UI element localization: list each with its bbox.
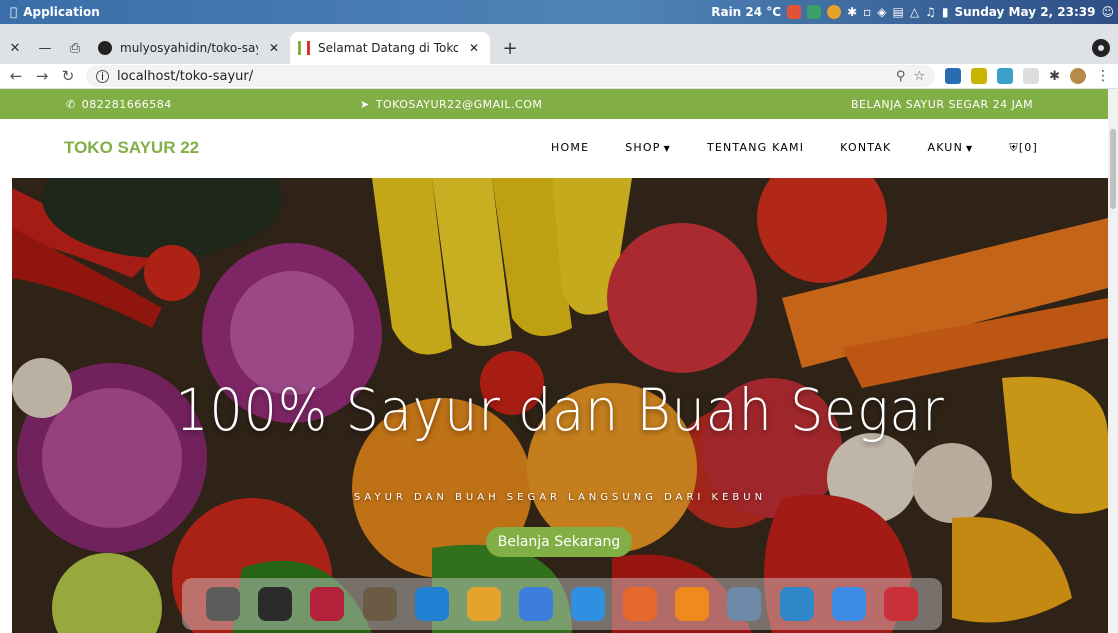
gimp-icon[interactable]	[362, 587, 397, 621]
browser-menu-icon[interactable]: ⋮	[1096, 68, 1110, 84]
nav-home[interactable]: HOME	[551, 141, 589, 155]
app-menu[interactable]: Application	[23, 5, 100, 19]
nav-shop-label: SHOP	[625, 141, 661, 154]
phone-number: 082281666584	[81, 98, 172, 111]
zoom-icon[interactable]: ⚲	[896, 69, 906, 84]
url-text[interactable]: localhost/toko-sayur/	[117, 69, 253, 84]
tab-title: Selamat Datang di Toko Sayur	[318, 41, 458, 55]
tagline-text: BELANJA SAYUR SEGAR 24 JAM	[851, 98, 1034, 111]
printer-icon[interactable]: ▤	[893, 5, 904, 19]
tab-toko-sayur[interactable]: Selamat Datang di Toko Sayur ✕	[290, 32, 490, 64]
dock	[182, 578, 942, 630]
store-favicon	[298, 41, 310, 55]
extension-icon[interactable]	[971, 68, 988, 84]
nav-akun[interactable]: AKUN ▼	[927, 141, 973, 155]
nav-kontak[interactable]: KONTAK	[840, 141, 891, 155]
contact-bar: ✆ 082281666584 ➤ TOKOSAYUR22@GMAIL.COM B…	[0, 89, 1108, 119]
weather-indicator[interactable]: Rain 24 °C	[711, 5, 781, 19]
cart-count: [0]	[1018, 141, 1038, 154]
hero-banner: 100% Sayur dan Buah Segar SAYUR DAN BUAH…	[12, 178, 1108, 633]
page-scrollbar[interactable]	[1108, 89, 1118, 633]
vlc-icon[interactable]	[675, 587, 710, 621]
extension-icon[interactable]	[997, 68, 1014, 84]
hero-title: 100% Sayur dan Buah Segar	[175, 376, 945, 444]
site-navbar: TOKO SAYUR 22 HOME SHOP ▼ TENTANG KAMI KO…	[0, 119, 1108, 178]
user-icon[interactable]: ☺	[1101, 5, 1114, 19]
address-bar[interactable]: i localhost/toko-sayur/ ⚲ ☆	[86, 65, 936, 87]
hero-subtitle: SAYUR DAN BUAH SEGAR LANGSUNG DARI KEBUN	[353, 492, 767, 503]
clipboard-icon[interactable]: ▫	[863, 5, 871, 19]
bookmark-star-icon[interactable]: ☆	[913, 69, 925, 84]
tagline: BELANJA SAYUR SEGAR 24 JAM	[851, 98, 1033, 111]
extensions-puzzle-icon[interactable]: ✱	[1049, 69, 1060, 84]
window-minimize-icon[interactable]: —	[30, 32, 60, 64]
reload-icon[interactable]: ↻	[60, 67, 76, 85]
window-restore-icon[interactable]: ⎙	[60, 32, 90, 64]
apple-icon[interactable]: 	[10, 5, 17, 19]
music-icon[interactable]: ♫	[925, 5, 936, 19]
os-top-bar:  Application Rain 24 °C ✱ ▫ ◈ ▤ △ ♫ ▮ S…	[0, 0, 1118, 24]
cart-icon: ⛨	[1009, 141, 1019, 154]
nav-shop[interactable]: SHOP ▼	[625, 141, 671, 155]
site-logo[interactable]: TOKO SAYUR 22	[64, 138, 199, 158]
page-viewport: ✆ 082281666584 ➤ TOKOSAYUR22@GMAIL.COM B…	[0, 89, 1118, 633]
shield-icon[interactable]: ◈	[877, 5, 886, 19]
document-viewer-icon[interactable]	[779, 587, 814, 621]
tab-close-icon[interactable]: ✕	[266, 41, 282, 55]
text-editor-icon[interactable]	[883, 587, 918, 621]
extension-icon[interactable]	[945, 68, 962, 84]
bluetooth-icon[interactable]: ✱	[847, 5, 857, 19]
nav-akun-label: AKUN	[927, 141, 963, 154]
shop-now-button[interactable]: Belanja Sekarang	[486, 527, 632, 557]
firefox-icon[interactable]	[623, 587, 658, 621]
chrome-icon[interactable]	[466, 587, 501, 621]
caret-down-icon: ▼	[663, 144, 671, 153]
mendeley-icon[interactable]	[310, 587, 345, 621]
wps-writer-icon[interactable]	[518, 587, 553, 621]
github-icon	[98, 41, 112, 55]
window-close-icon[interactable]: ✕	[0, 32, 30, 64]
browser-toolbar: ← → ↻ i localhost/toko-sayur/ ⚲ ☆ ✱ ⋮	[0, 64, 1118, 89]
tab-strip: ✕ — ⎙ mulyosyahidin/toko-sayur ✕ Selamat…	[0, 24, 1118, 64]
email-address: TOKOSAYUR22@GMAIL.COM	[375, 98, 543, 111]
tray-monitor-icon[interactable]	[807, 5, 822, 19]
new-tab-button[interactable]: +	[496, 34, 524, 62]
phone-icon: ✆	[66, 98, 76, 111]
caret-down-icon: ▼	[966, 144, 974, 153]
extension-icon[interactable]	[1023, 68, 1040, 84]
email-info: ➤ TOKOSAYUR22@GMAIL.COM	[360, 98, 542, 111]
back-icon[interactable]: ←	[8, 67, 24, 85]
scrollbar-thumb[interactable]	[1110, 129, 1116, 209]
screenshot-icon[interactable]	[206, 587, 241, 621]
nav-menu: HOME SHOP ▼ TENTANG KAMI KONTAK AKUN ▼ ⛨[0…	[551, 141, 1038, 155]
finder-icon[interactable]	[831, 587, 866, 621]
battery-icon[interactable]: ▮	[942, 5, 949, 19]
vscode-icon[interactable]	[414, 587, 449, 621]
phone-info: ✆ 082281666584	[66, 98, 172, 111]
paper-plane-icon: ➤	[360, 98, 370, 111]
tray-chrome-icon[interactable]	[827, 5, 842, 19]
nav-tentang-kami[interactable]: TENTANG KAMI	[707, 141, 804, 155]
tab-github[interactable]: mulyosyahidin/toko-sayur ✕	[90, 32, 290, 64]
nav-cart[interactable]: ⛨[0]	[1009, 141, 1038, 155]
tray-app-icon[interactable]	[787, 5, 802, 19]
terminal-icon[interactable]	[258, 587, 293, 621]
profile-avatar[interactable]	[1070, 68, 1086, 84]
wifi-icon[interactable]: △	[910, 5, 919, 19]
info-icon[interactable]: i	[96, 69, 109, 83]
files-icon[interactable]	[571, 587, 605, 621]
tab-close-icon[interactable]: ✕	[466, 41, 482, 55]
tab-search-icon[interactable]	[1092, 39, 1110, 57]
forward-icon[interactable]: →	[34, 67, 50, 85]
tab-title: mulyosyahidin/toko-sayur	[120, 41, 258, 55]
clock[interactable]: Sunday May 2, 23:39	[954, 5, 1095, 19]
scanner-icon[interactable]	[727, 587, 762, 621]
